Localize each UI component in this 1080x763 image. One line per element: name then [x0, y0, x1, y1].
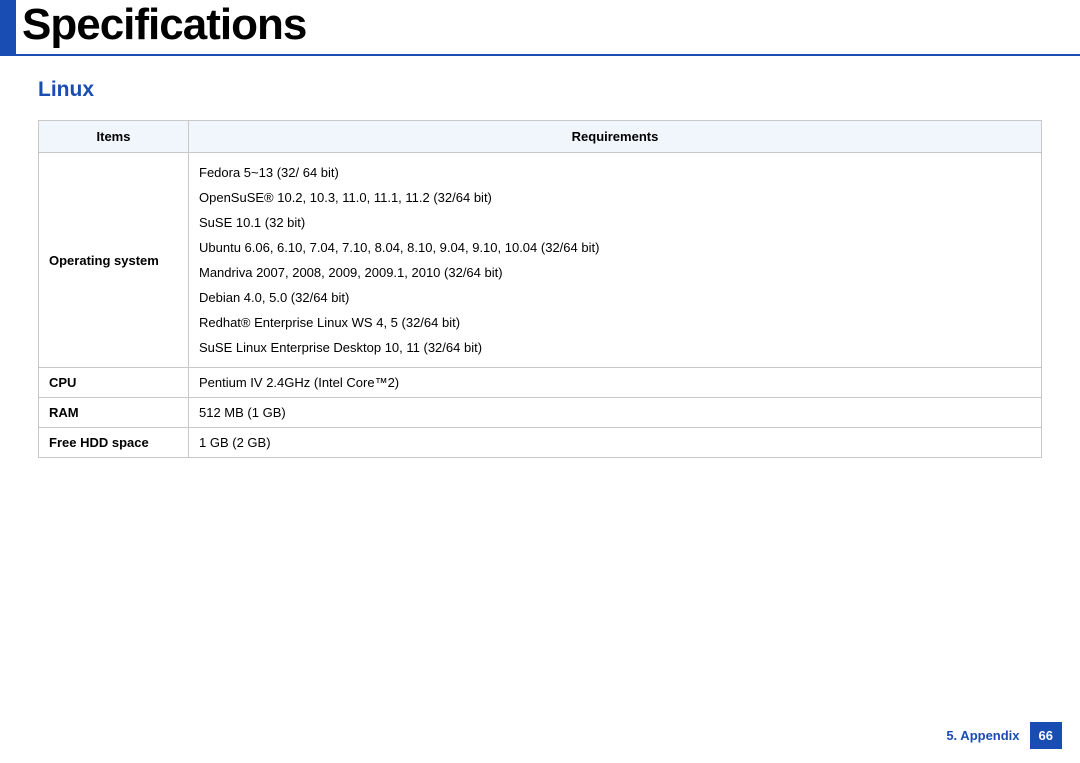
content: Linux Items Requirements Operating syste… [0, 78, 1080, 458]
footer: 5. Appendix 66 [946, 722, 1062, 749]
os-entry: SuSE 10.1 (32 bit) [199, 210, 1031, 235]
table-row: Free HDD space 1 GB (2 GB) [39, 428, 1042, 458]
header-requirements: Requirements [189, 121, 1042, 153]
os-list: Fedora 5~13 (32/ 64 bit) OpenSuSE® 10.2,… [199, 160, 1031, 360]
title-accent [0, 0, 16, 54]
item-label: Operating system [39, 153, 189, 368]
table-row: RAM 512 MB (1 GB) [39, 398, 1042, 428]
spec-table: Items Requirements Operating system Fedo… [38, 120, 1042, 458]
title-bar: Specifications [0, 0, 1080, 56]
item-label: CPU [39, 368, 189, 398]
table-row: Operating system Fedora 5~13 (32/ 64 bit… [39, 153, 1042, 368]
page-number: 66 [1030, 722, 1062, 749]
item-requirement: 512 MB (1 GB) [189, 398, 1042, 428]
os-entry: SuSE Linux Enterprise Desktop 10, 11 (32… [199, 335, 1031, 360]
os-entry: Fedora 5~13 (32/ 64 bit) [199, 160, 1031, 185]
item-requirement: 1 GB (2 GB) [189, 428, 1042, 458]
section-title: Linux [38, 78, 1042, 102]
item-label: Free HDD space [39, 428, 189, 458]
os-entry: Redhat® Enterprise Linux WS 4, 5 (32/64 … [199, 310, 1031, 335]
footer-section: 5. Appendix [946, 728, 1019, 743]
os-entry: Ubuntu 6.06, 6.10, 7.04, 7.10, 8.04, 8.1… [199, 235, 1031, 260]
os-entry: Mandriva 2007, 2008, 2009, 2009.1, 2010 … [199, 260, 1031, 285]
table-row: CPU Pentium IV 2.4GHz (Intel Core™2) [39, 368, 1042, 398]
os-entry: Debian 4.0, 5.0 (32/64 bit) [199, 285, 1031, 310]
item-requirement: Pentium IV 2.4GHz (Intel Core™2) [189, 368, 1042, 398]
header-items: Items [39, 121, 189, 153]
item-label: RAM [39, 398, 189, 428]
page-title: Specifications [22, 0, 306, 54]
item-requirement: Fedora 5~13 (32/ 64 bit) OpenSuSE® 10.2,… [189, 153, 1042, 368]
os-entry: OpenSuSE® 10.2, 10.3, 11.0, 11.1, 11.2 (… [199, 185, 1031, 210]
